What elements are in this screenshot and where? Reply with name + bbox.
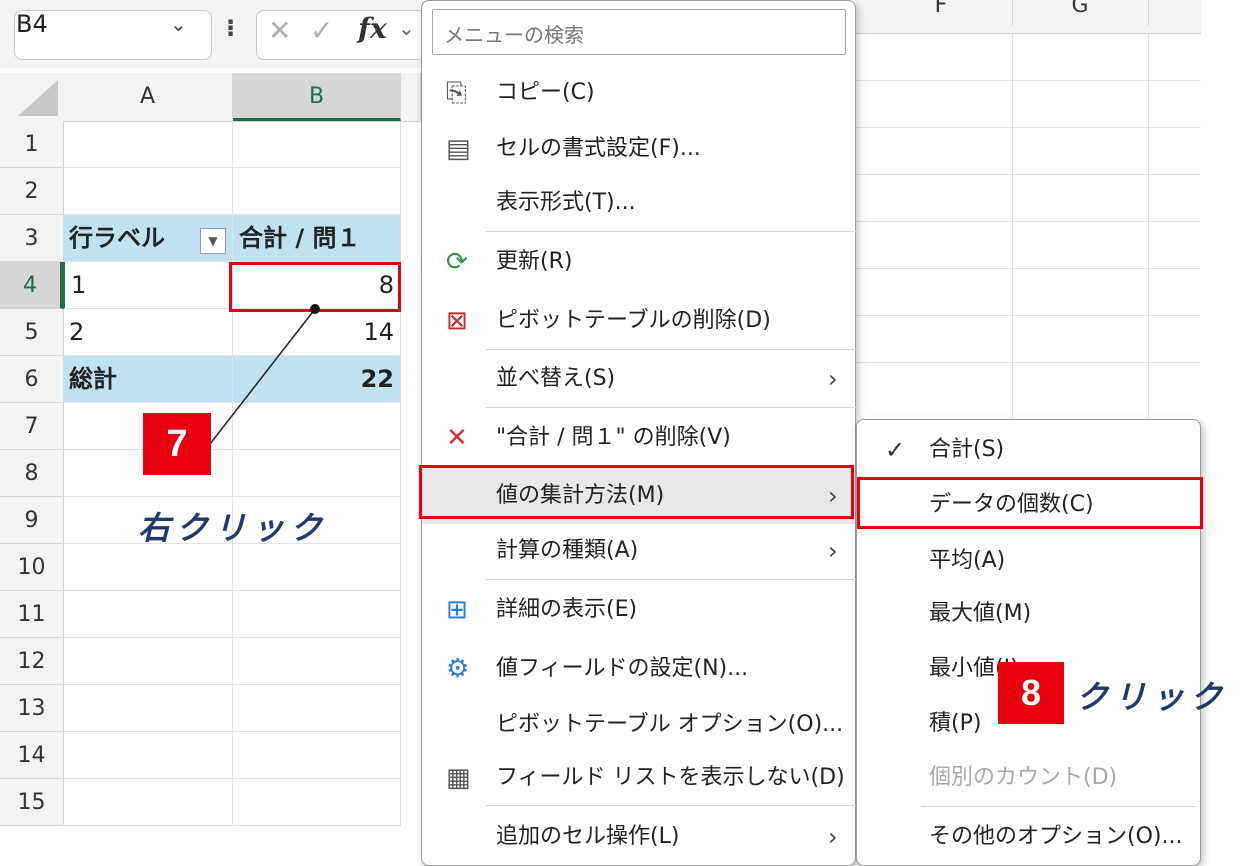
menu-item-show-values-as[interactable]: 計算の種類(A) › bbox=[422, 523, 855, 579]
step-7-label: 右クリック bbox=[138, 509, 329, 547]
step-8-label: クリック bbox=[1076, 678, 1229, 716]
callout-line-7 bbox=[209, 308, 316, 445]
menu-separator bbox=[486, 231, 856, 232]
menu-search-placeholder: メニューの検索 bbox=[444, 23, 584, 47]
menu-item-hide-field-list[interactable]: ▦ フィールド リストを表示しない(D) bbox=[422, 750, 855, 806]
submenu-item-more-options[interactable]: その他のオプション(O)... bbox=[857, 809, 1201, 865]
callout-dot-7 bbox=[310, 304, 320, 314]
highlight-count bbox=[857, 477, 1203, 529]
menu-item-copy[interactable]: ⎘ コピー(C) bbox=[422, 65, 855, 121]
show-details-icon: ⊞ bbox=[446, 595, 468, 625]
menu-separator bbox=[921, 806, 1196, 807]
menu-separator bbox=[486, 349, 856, 350]
field-list-icon: ▦ bbox=[446, 763, 471, 793]
menu-item-remove-field[interactable]: ✕ "合計 / 問１" の削除(V) bbox=[422, 410, 855, 466]
delete-pivot-icon: ⊠ bbox=[446, 306, 468, 336]
submenu-item-average[interactable]: 平均(A) bbox=[857, 533, 1201, 589]
menu-item-sort[interactable]: 並べ替え(S) › bbox=[422, 351, 855, 407]
menu-item-pivot-options[interactable]: ピボットテーブル オプション(O)... bbox=[422, 697, 855, 753]
field-settings-icon: ⚙ bbox=[446, 654, 470, 684]
menu-separator bbox=[486, 579, 856, 580]
checkmark-icon: ✓ bbox=[885, 436, 906, 464]
remove-icon: ✕ bbox=[446, 423, 468, 453]
menu-item-number-format[interactable]: 表示形式(T)... bbox=[422, 175, 855, 231]
step-8-badge: 8 bbox=[998, 662, 1064, 724]
chevron-right-icon: › bbox=[828, 365, 838, 393]
copy-icon: ⎘ bbox=[446, 78, 467, 108]
menu-separator bbox=[486, 407, 856, 408]
chevron-right-icon: › bbox=[828, 823, 838, 851]
step-7-badge: 7 bbox=[143, 413, 211, 475]
highlight-summarize-values-by bbox=[419, 465, 854, 519]
menu-item-format-cells[interactable]: ▤ セルの書式設定(F)... bbox=[422, 121, 855, 177]
chevron-right-icon: › bbox=[828, 537, 838, 565]
submenu-item-max[interactable]: 最大値(M) bbox=[857, 586, 1201, 642]
menu-item-show-details[interactable]: ⊞ 詳細の表示(E) bbox=[422, 582, 855, 638]
menu-item-field-settings[interactable]: ⚙ 値フィールドの設定(N)... bbox=[422, 641, 855, 697]
refresh-icon: ⟳ bbox=[446, 247, 468, 277]
submenu-item-distinct-count: 個別のカウント(D) bbox=[929, 765, 1118, 790]
menu-item-refresh[interactable]: ⟳ 更新(R) bbox=[422, 234, 855, 290]
menu-separator bbox=[486, 805, 856, 806]
menu-item-more-cell-actions[interactable]: 追加のセル操作(L) › bbox=[422, 809, 855, 865]
submenu-item-sum[interactable]: ✓ 合計(S) bbox=[857, 422, 1201, 478]
context-menu: メニューの検索 ⎘ コピー(C) ▤ セルの書式設定(F)... 表示形式(T)..… bbox=[421, 0, 856, 866]
menu-item-delete-pivot[interactable]: ⊠ ピボットテーブルの削除(D) bbox=[422, 293, 855, 349]
format-cells-icon: ▤ bbox=[446, 134, 471, 164]
